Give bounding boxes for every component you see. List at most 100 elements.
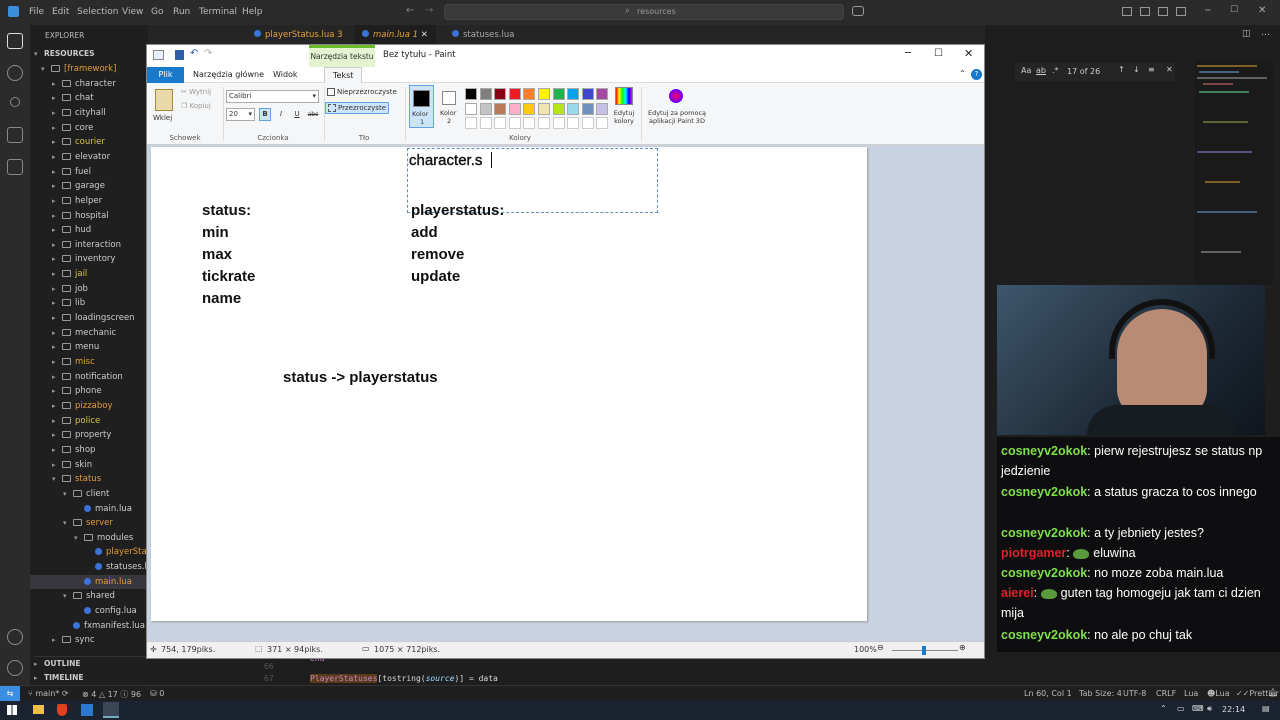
search-icon[interactable]	[7, 65, 23, 81]
panel-icon[interactable]	[1140, 7, 1150, 16]
palette-swatch[interactable]	[581, 88, 594, 100]
notifications-icon[interactable]: 🔔︎	[1268, 688, 1278, 697]
palette-swatch[interactable]	[596, 88, 609, 100]
match-word-icon[interactable]: ab	[1036, 66, 1046, 75]
tab-main[interactable]: main.lua 1 ✕	[354, 25, 436, 45]
tree-folder[interactable]: ▾ shared	[30, 589, 148, 603]
palette-swatch[interactable]	[465, 88, 477, 100]
minimize-icon[interactable]: ─	[1205, 6, 1210, 16]
ports-status[interactable]: ⛁ 0	[150, 689, 164, 698]
tree-folder[interactable]: ▸ phone	[30, 384, 148, 398]
copy-button[interactable]: ❐ Kopiuj	[181, 102, 211, 110]
source-control-icon[interactable]	[10, 97, 20, 107]
tree-folder[interactable]: ▸ property	[30, 428, 148, 442]
chat-username[interactable]: piotrgamer	[1001, 546, 1066, 560]
tab-size-status[interactable]: Tab Size: 4	[1079, 689, 1122, 698]
font-size-select[interactable]: 20 ▾	[226, 108, 255, 121]
tree-folder[interactable]: ▸ core	[30, 121, 148, 135]
tab-file[interactable]: Plik	[147, 67, 184, 83]
account-icon[interactable]	[7, 629, 23, 645]
tree-folder[interactable]: ▸ misc	[30, 355, 148, 369]
tree-folder[interactable]: ▸ garage	[30, 179, 148, 193]
tree-folder[interactable]: ▸ hospital	[30, 209, 148, 223]
custom-color-slot[interactable]	[465, 117, 477, 129]
tree-folder[interactable]: ▸ job	[30, 282, 148, 296]
tab-view[interactable]: Widok	[265, 67, 306, 83]
find-in-selection-icon[interactable]: ≡	[1148, 65, 1155, 74]
palette-swatch[interactable]	[552, 88, 565, 100]
menu-view[interactable]: View	[122, 7, 143, 17]
palette-swatch[interactable]	[596, 102, 609, 115]
custom-color-slot[interactable]	[552, 117, 565, 129]
remote-icon[interactable]: ⇆	[0, 686, 20, 701]
palette-swatch[interactable]	[581, 102, 594, 115]
ribbon-collapse-icon[interactable]: ⌃	[959, 69, 966, 78]
action-center-icon[interactable]: ▤	[1262, 704, 1270, 713]
tree-folder[interactable]: ▸ elevator	[30, 150, 148, 164]
tree-folder[interactable]: ▾ server	[30, 516, 148, 530]
sidebar-icon[interactable]	[1158, 7, 1168, 16]
paint-minimize-icon[interactable]: ─	[905, 48, 911, 59]
tree-root[interactable]: ▾ RESOURCES	[34, 47, 95, 61]
cursor-position-status[interactable]: Ln 60, Col 1	[1024, 689, 1072, 698]
tree-folder[interactable]: ▾ modules	[30, 531, 148, 545]
more-actions-icon[interactable]: …	[1261, 28, 1270, 38]
custom-color-slot[interactable]	[538, 117, 550, 129]
tab-statuses[interactable]: statuses.lua	[444, 25, 522, 45]
menu-file[interactable]: File	[29, 7, 44, 17]
underline-button[interactable]: U	[291, 108, 303, 121]
paint-taskbar-icon[interactable]	[103, 702, 119, 718]
custom-color-slot[interactable]	[596, 117, 609, 129]
palette-swatch[interactable]	[538, 102, 550, 115]
tree-file[interactable]: main.lua	[30, 502, 148, 516]
maximize-icon[interactable]: ☐	[1230, 5, 1238, 15]
tab-close-icon[interactable]: ✕	[421, 30, 428, 40]
tree-file[interactable]: main.lua	[30, 574, 148, 589]
tray-chevron-icon[interactable]: ⌃	[1160, 704, 1167, 713]
find-close-icon[interactable]: ✕	[1166, 65, 1173, 74]
tree-folder[interactable]: ▸ pizzaboy	[30, 399, 148, 413]
zoom-slider[interactable]	[892, 646, 958, 655]
strikethrough-button[interactable]: abc	[305, 108, 321, 121]
zoom-out-icon[interactable]: ⊖	[877, 643, 884, 652]
back-arrow-icon[interactable]: ←	[406, 5, 414, 16]
chat-username[interactable]: cosneyv2okok	[1001, 485, 1087, 499]
tree-folder[interactable]: ▸ courier	[30, 135, 148, 149]
close-icon[interactable]: ✕	[1258, 5, 1266, 16]
match-case-icon[interactable]: Aa	[1021, 66, 1031, 75]
menu-terminal[interactable]: Terminal	[199, 7, 237, 17]
custom-color-slot[interactable]	[494, 117, 507, 129]
file-explorer-icon[interactable]	[33, 705, 44, 714]
forward-arrow-icon[interactable]: →	[425, 5, 433, 16]
grid-icon[interactable]	[1176, 7, 1186, 16]
tree-folder[interactable]: ▸ sync	[30, 633, 148, 647]
lua-extension-status[interactable]: ☻Lua	[1207, 689, 1230, 698]
tree-folder[interactable]: ▸ loadingscreen	[30, 311, 148, 325]
menu-selection[interactable]: Selection	[77, 7, 118, 17]
branch-status[interactable]: ⑂ main* ⟳	[28, 689, 69, 698]
tree-file[interactable]: fxmanifest.lua	[30, 619, 148, 633]
layout-icon[interactable]	[1122, 7, 1132, 16]
italic-button[interactable]: I	[275, 108, 287, 121]
drawing-canvas[interactable]: character.s status: min max tickrate nam…	[151, 147, 867, 621]
chat-username[interactable]: cosneyv2okok	[1001, 444, 1087, 458]
clock[interactable]: 22:14	[1222, 705, 1245, 714]
brave-browser-icon[interactable]	[57, 704, 67, 716]
volume-icon[interactable]: 🔊︎	[1207, 704, 1212, 714]
vscode-taskbar-icon[interactable]	[81, 704, 93, 716]
edit-colors-button[interactable]: Edytuj kolory	[611, 87, 637, 129]
tree-folder[interactable]: ▸ character	[30, 77, 148, 91]
custom-color-slot[interactable]	[479, 117, 492, 129]
opaque-option[interactable]: Nieprzezroczyste	[327, 88, 397, 96]
tree-folder[interactable]: ▸ interaction	[30, 238, 148, 252]
previous-match-icon[interactable]: ↑	[1118, 65, 1125, 74]
tree-folder[interactable]: ▾ client	[30, 487, 148, 501]
encoding-status[interactable]: UTF-8	[1123, 689, 1146, 698]
canvas-text-editing[interactable]: character.s	[409, 152, 483, 169]
menu-run[interactable]: Run	[173, 7, 190, 17]
bold-button[interactable]: B	[259, 108, 271, 121]
transparent-option[interactable]: Przezroczyste	[325, 102, 390, 114]
tree-folder[interactable]: ▸ lib	[30, 296, 148, 310]
chat-username[interactable]: cosneyv2okok	[1001, 566, 1087, 580]
custom-color-slot[interactable]	[523, 117, 536, 129]
